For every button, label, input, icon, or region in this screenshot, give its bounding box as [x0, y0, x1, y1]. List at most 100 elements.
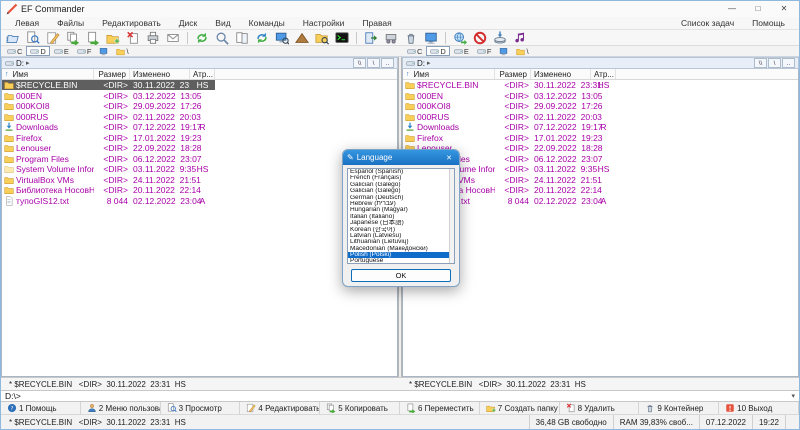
menu-item[interactable]: Помощь	[752, 18, 785, 28]
menu-item[interactable]: Файлы	[57, 18, 84, 28]
column-header[interactable]: Атр...	[190, 69, 215, 79]
command-line-input[interactable]: D:\> ▾	[1, 390, 799, 402]
file-row[interactable]: 000RUS <DIR> 02.11.2022 20:03	[403, 112, 798, 123]
terminal-icon[interactable]	[332, 30, 352, 45]
nav-button[interactable]: \\	[754, 58, 767, 68]
folder-search-icon[interactable]	[312, 30, 332, 45]
menu-item[interactable]: Команды	[249, 18, 285, 28]
menu-item[interactable]: Правая	[362, 18, 391, 28]
nav-button[interactable]: \	[768, 58, 781, 68]
history-dropdown-icon[interactable]: ▾	[791, 392, 795, 400]
drive-button-root[interactable]: \	[112, 46, 132, 56]
column-header[interactable]: ↑ Имя	[403, 69, 495, 79]
desktop-button[interactable]	[495, 46, 512, 56]
compare-icon[interactable]	[232, 30, 252, 45]
file-row[interactable]: Lenouser<DIR>22.09.2022 18:28	[403, 143, 798, 154]
nav-button[interactable]: \\	[353, 58, 366, 68]
drive-button-F[interactable]: F	[473, 46, 496, 56]
pyramid-icon[interactable]	[292, 30, 312, 45]
desktop-button[interactable]	[95, 46, 112, 56]
drive-button-F[interactable]: F	[73, 46, 96, 56]
file-row[interactable]: System Volume Information<DIR>03.11.2022…	[2, 164, 397, 175]
fnkey-3-button[interactable]: 3 Просмотр	[161, 402, 241, 414]
quick-open-icon[interactable]	[3, 30, 23, 45]
nav-button[interactable]: \	[367, 58, 380, 68]
column-header[interactable]: Изменено	[531, 69, 591, 79]
file-row[interactable]: Lenouser<DIR>22.09.2022 18:28	[2, 143, 397, 154]
copy-icon[interactable]	[63, 30, 83, 45]
delete-icon[interactable]	[123, 30, 143, 45]
file-row[interactable]: System Volume Information<DIR>03.11.2022…	[403, 164, 798, 175]
print-icon[interactable]	[143, 30, 163, 45]
file-row[interactable]: 000EN <DIR> 03.12.2022 13:05	[403, 91, 798, 102]
mail-icon[interactable]	[163, 30, 183, 45]
column-header[interactable]: Атр...	[591, 69, 616, 79]
file-row[interactable]: Program Files<DIR>06.12.2022 23:07	[2, 154, 397, 165]
close-button[interactable]: ✕	[771, 1, 797, 17]
nav-button[interactable]: ..	[782, 58, 795, 68]
media-icon[interactable]	[510, 30, 530, 45]
ok-button[interactable]: OK	[351, 268, 451, 282]
fnkey-9-button[interactable]: 9 Контейнер	[639, 402, 720, 414]
drive-button-root[interactable]: \	[512, 46, 532, 56]
edit-icon[interactable]	[43, 30, 63, 45]
fnkey-5-button[interactable]: 5 Копировать	[320, 402, 400, 414]
file-row[interactable]: Firefox <DIR> 17.01.2022 19:23	[2, 133, 397, 144]
right-path-bar[interactable]: D: ▸ \\ \..	[402, 57, 799, 69]
fnkey-6-button[interactable]: 6 Переместить	[400, 402, 480, 414]
drive-button-D[interactable]: D	[426, 46, 450, 56]
dialog-close-icon[interactable]: ✕	[443, 154, 455, 162]
network-icon[interactable]	[450, 30, 470, 45]
desktop-icon[interactable]	[421, 30, 441, 45]
search-icon[interactable]	[212, 30, 232, 45]
minimize-button[interactable]: —	[719, 1, 745, 17]
fnkey-8-button[interactable]: 8 Удалить	[560, 402, 640, 414]
recycle-bin-icon[interactable]	[401, 30, 421, 45]
fnkey-2-button[interactable]: 2 Меню пользователя	[81, 402, 161, 414]
mount-icon[interactable]	[490, 30, 510, 45]
file-row[interactable]: Downloads <DIR> 07.12.2022 19:17 R	[2, 122, 397, 133]
file-row[interactable]: Firefox <DIR> 17.01.2022 19:23	[403, 133, 798, 144]
nav-button[interactable]: ..	[381, 58, 394, 68]
drive-button-E[interactable]: E	[450, 46, 473, 56]
column-header[interactable]: Размер	[94, 69, 130, 79]
column-header[interactable]: Изменено	[130, 69, 190, 79]
dialog-list-scrollbar[interactable]	[449, 169, 454, 263]
fnkey-4-button[interactable]: 4 Редактировать	[240, 402, 321, 414]
left-path-bar[interactable]: D: ▸ \\ \..	[1, 57, 398, 69]
file-row[interactable]: Библиотека НосовНезнайка<DIR>20.11.2022 …	[403, 185, 798, 196]
column-header[interactable]: ↑ Имя	[2, 69, 94, 79]
menu-item[interactable]: Редактировать	[102, 18, 161, 28]
file-row[interactable]: 000EN <DIR> 03.12.2022 13:05	[2, 91, 397, 102]
fnkey-7-button[interactable]: 7 Создать папку	[480, 402, 560, 414]
file-row[interactable]: $RECYCLE.BIN <DIR> 30.11.2022 23:31 HS	[403, 80, 798, 91]
exit-panel-icon[interactable]	[361, 30, 381, 45]
menu-item[interactable]: Диск	[179, 18, 197, 28]
menu-item[interactable]: Вид	[215, 18, 230, 28]
menu-item[interactable]: Левая	[15, 18, 39, 28]
menu-item[interactable]: Список задач	[681, 18, 734, 28]
new-folder-icon[interactable]	[103, 30, 123, 45]
devices-icon[interactable]	[381, 30, 401, 45]
file-row[interactable]: Библиотека НосовНезнайка<DIR>20.11.2022 …	[2, 185, 397, 196]
file-row[interactable]: 000KOI8 <DIR> 29.09.2022 17:26	[403, 101, 798, 112]
fnkey-10-button[interactable]: 10 Выход	[719, 402, 799, 414]
sync-icon[interactable]	[252, 30, 272, 45]
file-row[interactable]: 000RUS <DIR> 02.11.2022 20:03	[2, 112, 397, 123]
file-row[interactable]: $RECYCLE.BIN <DIR> 30.11.2022 23:31 HS	[2, 80, 397, 91]
file-row[interactable]: Program Files<DIR>06.12.2022 23:07	[403, 154, 798, 165]
file-row[interactable]: Downloads <DIR> 07.12.2022 19:17 R	[403, 122, 798, 133]
monitor-search-icon[interactable]	[272, 30, 292, 45]
file-row[interactable]: тупоGIS12.txt8 04402.12.2022 23:04A	[403, 196, 798, 207]
file-row[interactable]: тупоGIS12.txt8 04402.12.2022 23:04A	[2, 196, 397, 207]
refresh-icon[interactable]	[192, 30, 212, 45]
drive-button-C[interactable]: C	[403, 46, 426, 56]
language-option[interactable]: Portuguese	[348, 258, 449, 263]
menu-item[interactable]: Настройки	[303, 18, 345, 28]
maximize-button[interactable]: □	[745, 1, 771, 17]
file-row[interactable]: VirtualBox VMs<DIR>24.11.2022 21:51	[403, 175, 798, 186]
view-icon[interactable]	[23, 30, 43, 45]
drive-button-D[interactable]: D	[26, 46, 50, 56]
fnkey-1-button[interactable]: ? 1 Помощь	[1, 402, 81, 414]
column-header[interactable]: Размер	[495, 69, 531, 79]
